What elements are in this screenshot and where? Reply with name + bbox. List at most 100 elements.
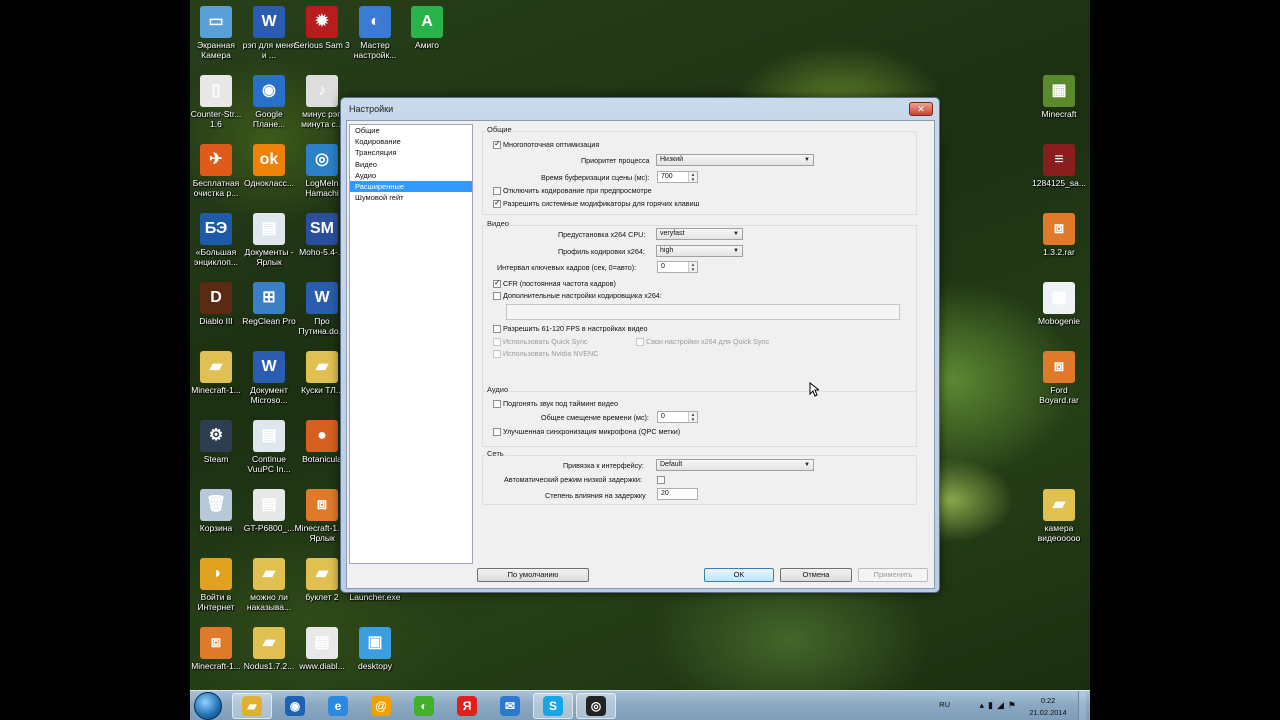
desktop-icon[interactable]: ⊞ RegClean Pro xyxy=(240,282,298,326)
own-x264-quicksync-checkbox[interactable] xyxy=(636,338,644,346)
desktop-icon[interactable]: ⧈ Ford Boyard.rar xyxy=(1030,351,1088,405)
desktop-icon[interactable]: ✹ Serious Sam 3 xyxy=(293,6,351,50)
low-latency-checkbox[interactable] xyxy=(657,476,665,484)
tray-icons[interactable]: ▴▮◢⚑ xyxy=(980,700,1020,711)
nav-item-noise-gate[interactable]: Шумовой гейт xyxy=(350,192,472,203)
spin-arrows-icon[interactable]: ▲ ▼ xyxy=(688,412,697,422)
quick-sync-checkbox[interactable] xyxy=(493,338,501,346)
desktop-icon[interactable]: ▯ Counter-Str... 1.6 xyxy=(190,75,245,129)
desktop-icon[interactable]: ok Однокласс... xyxy=(240,144,298,188)
taskbar-app-amigo[interactable]: ◐ xyxy=(404,693,444,719)
mail-agent-icon: @ xyxy=(371,696,391,716)
cfr-checkbox[interactable] xyxy=(493,278,501,288)
desktop-icon[interactable]: БЭ «Большая энциклоп... xyxy=(190,213,245,267)
close-button[interactable]: ✕ xyxy=(909,102,933,116)
offset-spinbox[interactable]: 0 ▲ ▼ xyxy=(657,411,698,423)
mic-sync-checkbox[interactable] xyxy=(493,428,501,436)
nav-item-video[interactable]: Видео xyxy=(350,159,472,170)
desktop-icon-image: ▤ xyxy=(253,489,285,521)
taskbar-app-yandex[interactable]: Я xyxy=(447,693,487,719)
taskbar-app-internet-explorer[interactable]: e xyxy=(318,693,358,719)
desktop-icon[interactable]: 🗑 Корзина xyxy=(190,489,245,533)
desktop-icon[interactable]: ⧈ 1.3.2.rar xyxy=(1030,213,1088,257)
desktop-icon-label: Корзина xyxy=(199,523,233,533)
show-desktop-button[interactable] xyxy=(1078,691,1086,720)
clock[interactable]: 0:22 21.02.2014 xyxy=(1024,696,1072,717)
desktop-icon[interactable]: ▭ Экранная Камера xyxy=(190,6,245,60)
desktop-icon-image: ▰ xyxy=(1043,489,1075,521)
mic-sync-label: Улучшенная синхронизация микрофона (QPC … xyxy=(503,427,681,436)
spin-arrows-icon[interactable]: ▲ ▼ xyxy=(688,262,697,272)
desktop-icon[interactable]: ▣ desktopy xyxy=(346,627,404,671)
disable-preview-encoding-label: Отключить кодирование при предпросмотре xyxy=(503,186,652,195)
desktop-icon[interactable]: ◉ Google Плане... xyxy=(240,75,298,129)
apply-button[interactable]: Применить xyxy=(858,568,928,582)
desktop-icon[interactable]: ≡ 1284125_sa... xyxy=(1030,144,1088,188)
desktop-icon[interactable]: ◑ Войти в Интернет xyxy=(190,558,245,612)
desktop-icon[interactable]: ▤ Continue VuuPC In... xyxy=(240,420,298,474)
defaults-button[interactable]: По умолчанию xyxy=(477,568,589,582)
desktop-icon[interactable]: ▦ Mobogenie xyxy=(1030,282,1088,326)
nav-item-audio[interactable]: Аудио xyxy=(350,170,472,181)
sync-to-video-checkbox[interactable] xyxy=(493,400,501,408)
desktop-icon[interactable]: ⧈ Minecraft-1... xyxy=(190,627,245,671)
latency-factor-input[interactable]: 20 xyxy=(657,488,698,500)
taskbar-app-mail-agent[interactable]: @ xyxy=(361,693,401,719)
cancel-button[interactable]: Отмена xyxy=(780,568,852,582)
profile-dropdown[interactable]: high ▼ xyxy=(656,245,743,257)
taskbar-app-skype[interactable]: S xyxy=(533,693,573,719)
extra-x264-input[interactable] xyxy=(506,304,900,320)
desktop-icon[interactable]: ◐ Мастер настройк... xyxy=(346,6,404,60)
keyframe-spinbox[interactable]: 0 ▲ ▼ xyxy=(657,261,698,273)
nav-item-encoding[interactable]: Кодирование xyxy=(350,136,472,147)
taskbar-app-media-player[interactable]: ◉ xyxy=(275,693,315,719)
desktop-icon-image: ▤ xyxy=(253,420,285,452)
desktop-icon[interactable]: ▰ камера видеоoooo xyxy=(1030,489,1088,543)
desktop-icon[interactable]: W Документ Microso... xyxy=(240,351,298,405)
desktop-icon-image: W xyxy=(306,282,338,314)
priority-dropdown[interactable]: Низкий ▼ xyxy=(656,154,814,166)
desktop-icon[interactable]: ✈ Бесплатная очистка р... xyxy=(190,144,245,198)
ok-button[interactable]: OK xyxy=(704,568,774,582)
desktop-icon-label: Однокласс... xyxy=(244,178,294,188)
desktop-icon[interactable]: ▰ можно ли наказыва... xyxy=(240,558,298,612)
bind-dropdown[interactable]: Default ▼ xyxy=(656,459,814,471)
desktop-icon-label: камера видеоoooo xyxy=(1037,523,1081,543)
desktop-icon-image: W xyxy=(253,351,285,383)
preset-dropdown[interactable]: veryfast ▼ xyxy=(656,228,743,240)
start-button[interactable] xyxy=(194,692,222,720)
network-section-title: Сеть xyxy=(486,449,505,458)
taskbar-app-explorer[interactable]: ▰ xyxy=(232,693,272,719)
desktop-icon[interactable]: ▤ Документы - Ярлык xyxy=(240,213,298,267)
desktop-icon[interactable]: ▤ www.diabl... xyxy=(293,627,351,671)
priority-value: Низкий xyxy=(660,156,684,163)
desktop-icon[interactable]: Wрэп для меня и ... xyxy=(240,6,298,60)
disable-preview-encoding-checkbox[interactable] xyxy=(493,187,501,195)
video-section-title: Видео xyxy=(486,219,510,228)
desktop-icon[interactable]: A Амиго xyxy=(398,6,456,50)
nav-item-broadcast[interactable]: Трансляция xyxy=(350,147,472,158)
desktop-icon[interactable]: D Diablo III xyxy=(190,282,245,326)
multithread-checkbox[interactable] xyxy=(493,139,501,149)
taskbar-app-obs[interactable]: ◎ xyxy=(576,693,616,719)
desktop-icon-label: Ford Boyard.rar xyxy=(1039,385,1079,405)
desktop-icon[interactable]: ▰ Minecraft-1... xyxy=(190,351,245,395)
taskbar-app-mail[interactable]: ✉ xyxy=(490,693,530,719)
extra-x264-checkbox[interactable] xyxy=(493,292,501,300)
desktop-icon[interactable]: ▦ Minecraft xyxy=(1030,75,1088,119)
allow-61-120-checkbox[interactable] xyxy=(493,325,501,333)
desktop-icon[interactable]: ▰ Nodus1.7.2... xyxy=(240,627,298,671)
nav-item-advanced[interactable]: Расширенные xyxy=(350,180,472,193)
language-indicator[interactable]: RU xyxy=(939,700,950,709)
desktop-icon[interactable]: ⚙ Steam xyxy=(190,420,245,464)
nvenc-checkbox[interactable] xyxy=(493,350,501,358)
buffer-spinbox[interactable]: 700 ▲ ▼ xyxy=(657,171,698,183)
bind-value: Default xyxy=(660,461,683,468)
desktop-icon[interactable]: ▤ GT-P6800_... xyxy=(240,489,298,533)
hotkey-modifiers-checkbox[interactable] xyxy=(493,198,501,208)
spin-arrows-icon[interactable]: ▲ ▼ xyxy=(688,172,697,182)
desktop-icon-label: Mobogenie xyxy=(1037,316,1081,326)
nav-item-general[interactable]: Общие xyxy=(350,125,472,136)
internet-explorer-icon: e xyxy=(328,696,348,716)
latency-factor-value: 20 xyxy=(661,490,669,497)
